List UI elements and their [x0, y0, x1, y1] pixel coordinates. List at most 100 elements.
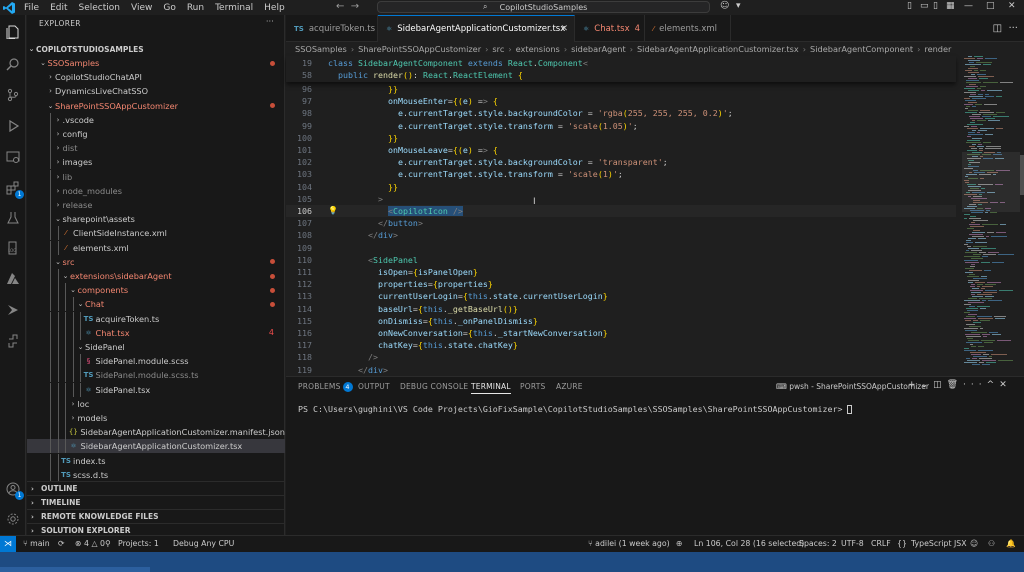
tree-folder[interactable]: › images: [27, 155, 285, 170]
code-line[interactable]: 118 />: [286, 351, 956, 363]
sticky-code-line[interactable]: 19 class SidebarAgentComponent extends Re…: [286, 57, 956, 69]
menu-edit[interactable]: Edit: [50, 3, 67, 13]
minimap[interactable]: [962, 56, 1020, 376]
projects-indicator[interactable]: Projects: 1: [118, 539, 159, 548]
tree-file[interactable]: ⚛ SidePanel.tsx: [27, 382, 285, 397]
breadcrumb-item[interactable]: src: [492, 44, 504, 54]
minimap-slider[interactable]: [962, 152, 1020, 212]
copilot-icon[interactable]: ☺: [720, 1, 729, 11]
breadcrumb-item[interactable]: SidebarAgentComponent: [810, 44, 913, 54]
tree-file[interactable]: TS scss.d.ts: [27, 467, 285, 482]
toggle-panel-icon[interactable]: ▭: [920, 1, 929, 11]
sticky-code-line[interactable]: 58 public render(): React.ReactElement {: [286, 69, 956, 81]
terminal-output[interactable]: PS C:\Users\gughini\VS Code Projects\Gio…: [298, 404, 853, 414]
menu-help[interactable]: Help: [264, 3, 285, 13]
explorer-icon[interactable]: [4, 23, 22, 41]
tree-folder[interactable]: › node_modules: [27, 183, 285, 198]
menu-file[interactable]: File: [24, 3, 39, 13]
branch-indicator[interactable]: ⑂ main: [23, 539, 50, 548]
breadcrumb-item[interactable]: render: [924, 44, 951, 54]
accounts-icon[interactable]: 1: [4, 480, 24, 500]
close-panel-icon[interactable]: ✕: [999, 380, 1012, 390]
split-editor-icon[interactable]: ◫: [993, 23, 1002, 34]
code-line[interactable]: 119 </div>: [286, 364, 956, 376]
forward-arrow-icon[interactable]: →: [351, 1, 359, 12]
menu-go[interactable]: Go: [163, 3, 175, 13]
tab-problems[interactable]: PROBLEMS 4: [298, 382, 353, 392]
language-braces-icon[interactable]: {}: [897, 539, 907, 548]
run-debug-icon[interactable]: [4, 117, 22, 135]
tree-folder[interactable]: ⌄ components: [27, 283, 285, 298]
nav-back-forward[interactable]: ← →: [336, 1, 359, 12]
tree-folder[interactable]: › DynamicsLiveChatSSO: [27, 84, 285, 98]
menu-run[interactable]: Run: [187, 3, 204, 13]
source-control-icon[interactable]: [4, 86, 22, 104]
feedback-icon[interactable]: ⚇: [988, 539, 995, 548]
code-line[interactable]: 116 onNewConversation={this._startNewCon…: [286, 327, 956, 339]
tree-folder[interactable]: ⌄ SSOSamples: [27, 56, 285, 70]
ports-icon[interactable]: ⚲: [105, 539, 111, 548]
extensions-icon[interactable]: 1: [4, 179, 24, 199]
workspace-root[interactable]: ⌄ COPILOTSTUDIOSAMPLES: [27, 42, 285, 56]
code-line[interactable]: 106 💡 <CopilotIcon />: [286, 205, 956, 218]
terminal-selector[interactable]: ⌨ pwsh - SharePointSSOAppCustomizer: [776, 382, 929, 391]
code-line[interactable]: 99 e.currentTarget.style.transform = 'sc…: [286, 120, 956, 132]
copilot-status-icon[interactable]: ☺: [970, 539, 978, 548]
tree-folder[interactable]: › .vscode: [27, 112, 285, 127]
tab-debug-console[interactable]: DEBUG CONSOLE: [400, 382, 468, 391]
vertical-scrollbar[interactable]: [1020, 155, 1024, 195]
tree-file[interactable]: ⁄ ClientSideInstance.xml: [27, 226, 285, 241]
tree-folder[interactable]: ⌄ extensions\sidebarAgent: [27, 269, 285, 283]
azure-icon[interactable]: [4, 270, 22, 288]
settings-gear-icon[interactable]: [4, 510, 22, 528]
tree-file[interactable]: TS index.ts: [27, 453, 285, 468]
split-terminal-icon[interactable]: ◫: [933, 380, 947, 390]
tree-folder[interactable]: › lib: [27, 169, 285, 184]
remote-indicator-icon[interactable]: ⋊: [0, 536, 16, 552]
code-line[interactable]: 114 baseUrl={this._getBaseUrl()}: [286, 303, 956, 315]
close-tab-icon[interactable]: ✕: [560, 24, 568, 34]
sync-icon[interactable]: ⟳: [58, 539, 65, 548]
line-ending[interactable]: CRLF: [871, 539, 891, 548]
indentation[interactable]: Spaces: 2: [799, 539, 837, 548]
tab-terminal[interactable]: TERMINAL: [471, 382, 511, 394]
more-actions-icon[interactable]: ···: [266, 17, 274, 26]
code-line[interactable]: 109: [286, 242, 956, 254]
tree-folder[interactable]: › models: [27, 411, 285, 425]
power-platform-icon[interactable]: [4, 301, 22, 319]
maximize-icon[interactable]: □: [986, 1, 995, 11]
terminal-dropdown-icon[interactable]: ⌄: [921, 380, 934, 390]
code-line[interactable]: 104 }}: [286, 181, 956, 193]
code-line[interactable]: 117 chatKey={this.state.chatKey}: [286, 339, 956, 351]
code-line[interactable]: 113 currentUserLogin={this.state.current…: [286, 290, 956, 302]
problems-indicator[interactable]: ⊗ 4 △ 0: [75, 539, 105, 548]
tree-folder[interactable]: ⌄ src: [27, 254, 285, 269]
code-line[interactable]: 107 </button>: [286, 217, 956, 229]
tree-folder[interactable]: › loc: [27, 396, 285, 411]
tree-folder[interactable]: ⌄ sharepoint\assets: [27, 212, 285, 227]
toggle-secondary-sidebar-icon[interactable]: ▯: [933, 1, 938, 11]
testing-icon[interactable]: [4, 209, 22, 227]
tree-folder[interactable]: › CopilotStudioChatAPI: [27, 70, 285, 84]
tree-folder[interactable]: › config: [27, 127, 285, 141]
menu-view[interactable]: View: [131, 3, 152, 13]
tree-file[interactable]: TS SidePanel.module.scss.ts: [27, 368, 285, 383]
cursor-position[interactable]: Ln 106, Col 28 (16 selected): [694, 539, 804, 548]
code-line[interactable]: 98 e.currentTarget.style.backgroundColor…: [286, 107, 956, 119]
customize-layout-icon[interactable]: ▦: [946, 1, 955, 11]
debug-config[interactable]: Debug Any CPU: [173, 539, 234, 548]
editor-tab[interactable]: TS acquireToken.ts: [286, 15, 378, 42]
add-terminal-icon[interactable]: +: [908, 380, 921, 390]
encoding[interactable]: UTF-8: [841, 539, 864, 548]
code-line[interactable]: 101 onMouseLeave={(e) => {: [286, 144, 956, 156]
more-actions-icon[interactable]: ···: [963, 380, 987, 390]
tree-file[interactable]: § SidePanel.module.scss: [27, 354, 285, 369]
code-line[interactable]: 97 onMouseEnter={(e) => {: [286, 95, 956, 107]
code-line[interactable]: 96 }}: [286, 83, 956, 95]
editor-tab[interactable]: ⁄ elements.xml: [645, 15, 731, 42]
notifications-bell-icon[interactable]: 🔔: [1006, 539, 1016, 548]
minimize-icon[interactable]: —: [964, 1, 973, 11]
breadcrumb-item[interactable]: SharePointSSOAppCustomizer: [358, 44, 481, 54]
menu-selection[interactable]: Selection: [79, 3, 120, 13]
breadcrumb-item[interactable]: sidebarAgent: [571, 44, 626, 54]
